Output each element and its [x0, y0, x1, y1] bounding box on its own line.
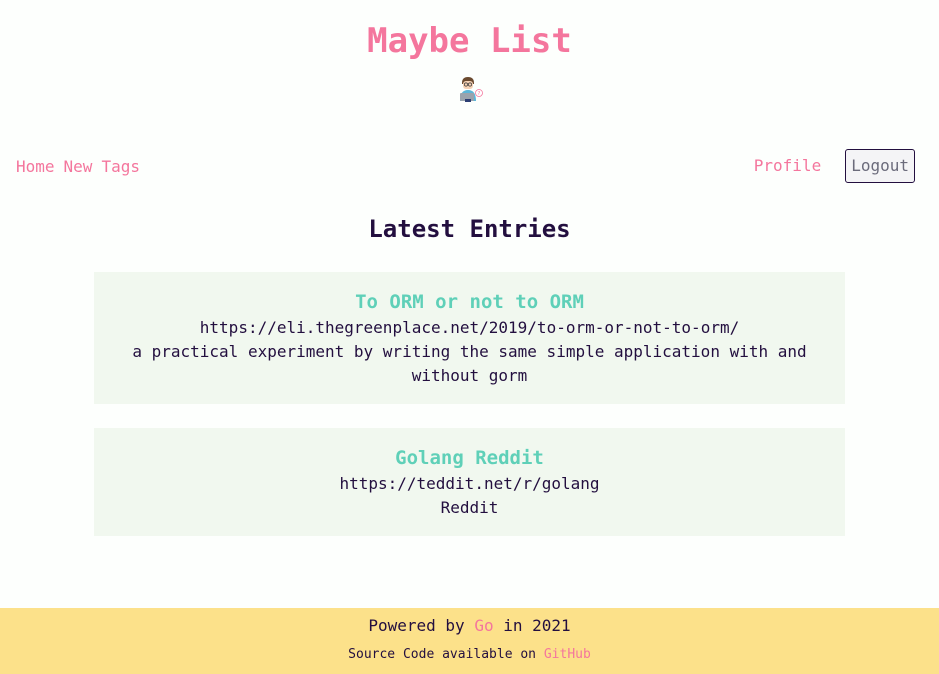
- site-footer: Powered by Go in 2021 Source Code availa…: [0, 608, 939, 674]
- footer-powered-prefix: Powered by: [368, 616, 465, 635]
- footer-source: Source Code available on GitHub: [0, 646, 939, 664]
- entry-description: Reddit: [440, 498, 499, 517]
- svg-text:?: ?: [478, 91, 481, 97]
- footer-go-link[interactable]: Go: [474, 616, 493, 635]
- entry-title-link[interactable]: Golang Reddit: [124, 446, 815, 470]
- logout-button[interactable]: Logout: [845, 149, 915, 183]
- main-nav: Home New Tags: [16, 156, 149, 178]
- entry-url-link[interactable]: https://eli.thegreenplace.net/2019/to-or…: [124, 316, 815, 340]
- entry-card: To ORM or not to ORM https://eli.thegree…: [94, 272, 845, 404]
- footer-github-link[interactable]: GitHub: [544, 647, 591, 662]
- entry-card: Golang Reddit https://teddit.net/r/golan…: [94, 428, 845, 536]
- entry-title-link[interactable]: To ORM or not to ORM: [124, 290, 815, 314]
- person-laptop-icon: ?: [460, 77, 483, 102]
- entry-url-link[interactable]: https://teddit.net/r/golang: [124, 472, 815, 496]
- entry-description: a practical experiment by writing the sa…: [132, 342, 807, 385]
- nav-home-link[interactable]: Home: [16, 156, 55, 178]
- nav-new-link[interactable]: New: [64, 156, 93, 178]
- user-nav: Profile Logout: [754, 149, 915, 183]
- nav-profile-link[interactable]: Profile: [754, 155, 821, 177]
- page-heading: Latest Entries: [368, 215, 571, 243]
- footer-powered-by: Powered by Go in 2021: [0, 615, 939, 637]
- site-title: Maybe List: [367, 21, 572, 61]
- footer-source-prefix: Source Code available on: [348, 647, 537, 662]
- nav-tags-link[interactable]: Tags: [101, 156, 140, 178]
- footer-powered-suffix: in 2021: [503, 616, 571, 635]
